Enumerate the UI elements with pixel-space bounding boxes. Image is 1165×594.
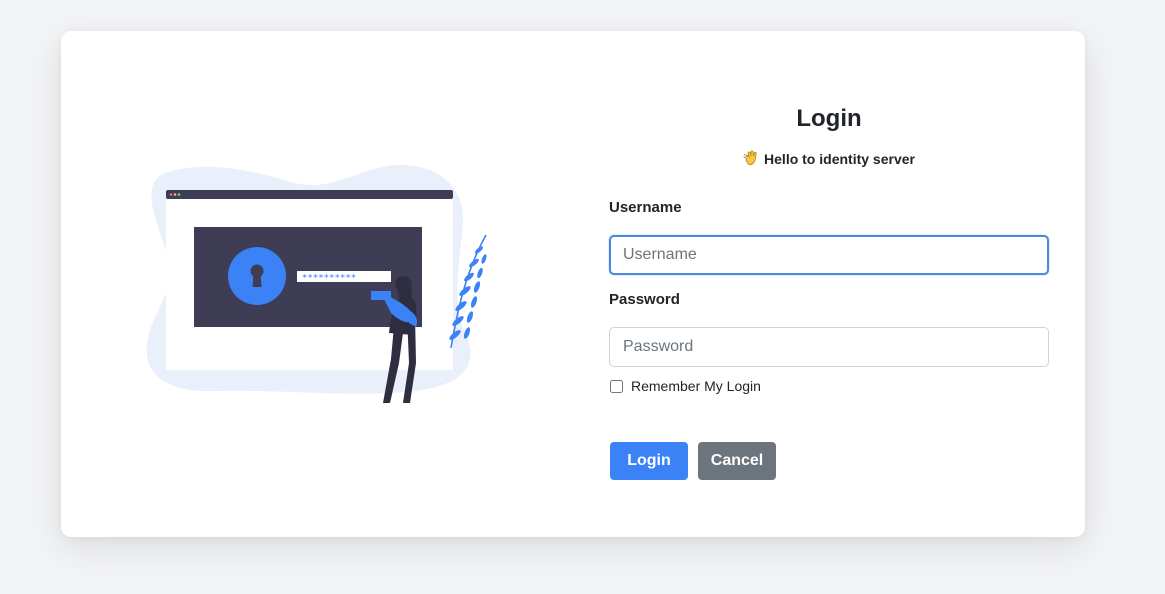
password-label: Password bbox=[609, 291, 680, 308]
cancel-button[interactable]: Cancel bbox=[698, 442, 776, 480]
password-input[interactable] bbox=[609, 327, 1049, 367]
remember-login-checkbox[interactable] bbox=[610, 379, 623, 393]
waving-hand-icon bbox=[743, 150, 760, 169]
remember-login: Remember My Login bbox=[609, 378, 761, 394]
subtitle: Hello to identity server bbox=[609, 150, 1049, 169]
remember-login-label[interactable]: Remember My Login bbox=[631, 378, 761, 394]
subtitle-text: Hello to identity server bbox=[764, 151, 915, 167]
login-form: Login Hello to identity server Username … bbox=[609, 31, 1049, 537]
page-title: Login bbox=[796, 105, 862, 132]
password-mask: ********** bbox=[302, 274, 356, 284]
username-input[interactable] bbox=[609, 235, 1049, 275]
browser-titlebar bbox=[166, 190, 453, 199]
login-button[interactable]: Login bbox=[610, 442, 688, 480]
username-label: Username bbox=[609, 199, 682, 216]
login-illustration: ********** bbox=[146, 164, 487, 403]
login-card: ********** Login Hello to identity serve… bbox=[61, 31, 1085, 537]
